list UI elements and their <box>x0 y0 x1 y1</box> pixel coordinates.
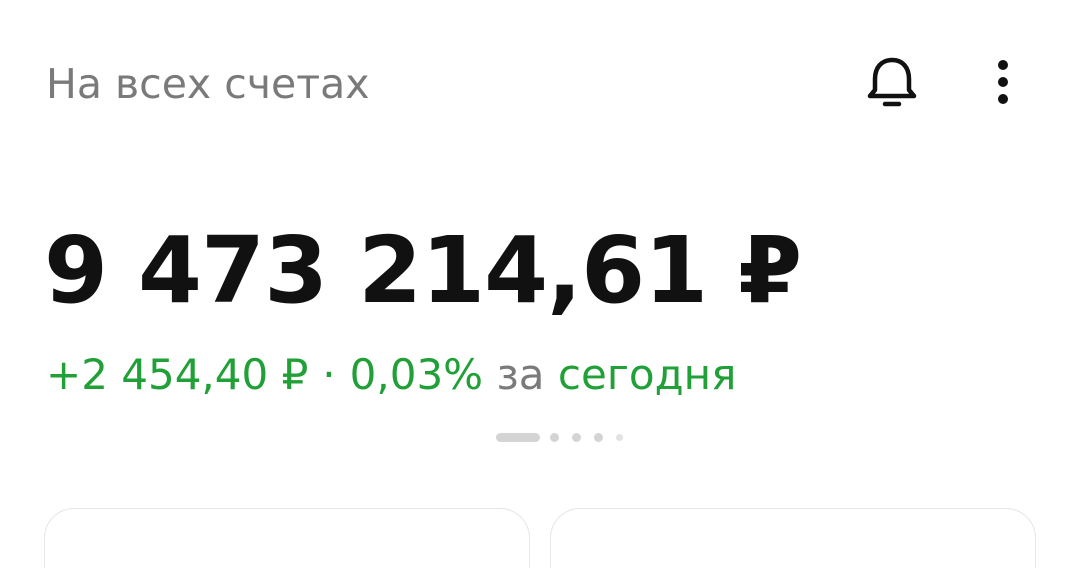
change-separator: · <box>322 350 336 399</box>
notifications-button[interactable] <box>862 52 922 112</box>
total-balance: 9 473 214,61 ₽ <box>44 217 802 324</box>
account-card-left[interactable] <box>44 508 530 568</box>
page-indicator-dot <box>616 433 623 441</box>
more-vertical-icon <box>998 60 1008 104</box>
change-amount: +2 454,40 ₽ <box>46 350 309 399</box>
more-options-button[interactable] <box>986 56 1020 108</box>
page-indicator-active <box>496 432 540 442</box>
page-indicator-dot <box>594 432 603 442</box>
change-percent: 0,03% <box>349 350 484 399</box>
account-card-right[interactable] <box>550 508 1036 568</box>
page-indicator <box>496 432 636 442</box>
daily-change-row: +2 454,40 ₽ · 0,03% за сегодня <box>46 348 736 402</box>
bell-icon <box>867 57 917 107</box>
page-indicator-dot <box>572 432 581 442</box>
change-for-word: за <box>496 350 545 399</box>
change-period[interactable]: сегодня <box>558 350 736 399</box>
header-title: На всех счетах <box>46 60 370 108</box>
page-indicator-dot <box>550 432 559 442</box>
